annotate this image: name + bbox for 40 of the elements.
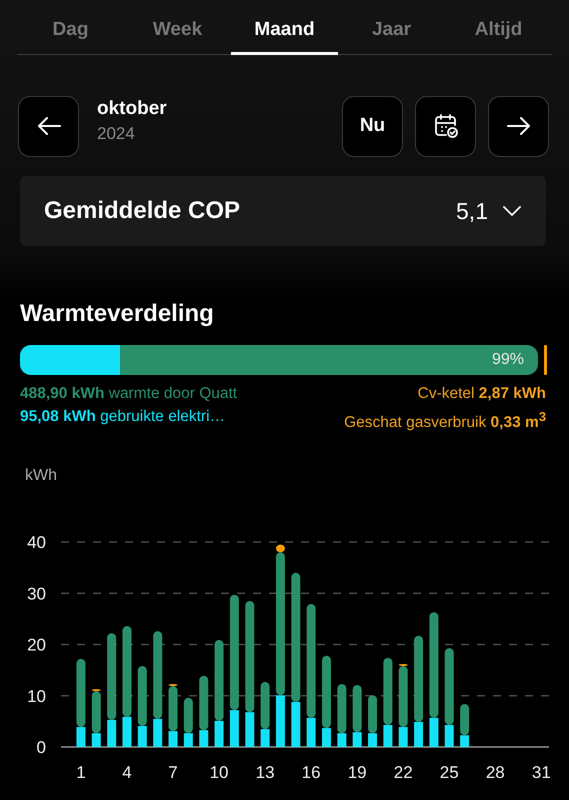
year-label: 2024: [97, 124, 136, 144]
x-tick-label: 22: [394, 763, 413, 782]
y-tick-label: 10: [27, 686, 46, 706]
x-tick-label: 25: [440, 763, 459, 782]
tab[interactable]: Jaar: [338, 13, 445, 55]
y-tick-label: 30: [27, 584, 46, 604]
calendar-button[interactable]: [415, 96, 476, 156]
month-label: oktober: [97, 98, 168, 120]
arrow-left-icon: [36, 116, 62, 136]
y-tick-label: 0: [36, 738, 46, 758]
axis-label: kWh: [25, 467, 58, 486]
y-tick-label: 40: [27, 533, 46, 552]
tab[interactable]: Maand: [231, 13, 338, 55]
x-tick-label: 10: [210, 763, 229, 782]
cop-label: Gemiddelde COP: [44, 197, 242, 225]
previous-button[interactable]: [18, 96, 79, 156]
legend-text: 95,08 kWh gebruikte elektri…: [20, 407, 226, 427]
x-tick-label: 1: [76, 763, 86, 782]
calendar-icon: [432, 113, 458, 139]
section-title: Warmteverdeling: [20, 300, 215, 328]
next-button[interactable]: [488, 96, 549, 156]
arrow-right-icon: [506, 116, 532, 136]
legend-text: Cv-ketel 2,87 kWh: [418, 384, 546, 404]
x-tick-label: 28: [486, 763, 505, 782]
x-tick-label: 13: [256, 763, 275, 782]
x-tick-label: 19: [348, 763, 367, 782]
today-button[interactable]: Nu: [342, 96, 403, 156]
legend-text: Geschat gasverbruik 0,33 m$^{3}$: [344, 408, 546, 434]
cop-dropdown[interactable]: Gemiddelde COP 5,1: [20, 176, 546, 246]
tab[interactable]: Altijd: [445, 13, 552, 55]
x-tick-label: 31: [532, 763, 551, 782]
y-tick-label: 20: [27, 636, 46, 655]
x-tick-label: 4: [122, 763, 132, 782]
tab[interactable]: Week: [124, 13, 231, 55]
percent-label: 99%: [492, 351, 524, 369]
x-tick-label: 7: [168, 763, 178, 782]
tab[interactable]: Dag: [17, 13, 124, 55]
x-tick-label: 16: [302, 763, 321, 782]
legend-text: 488,90 kWh warmte door Quatt: [20, 384, 238, 404]
cop-value: 5,1: [456, 198, 488, 224]
